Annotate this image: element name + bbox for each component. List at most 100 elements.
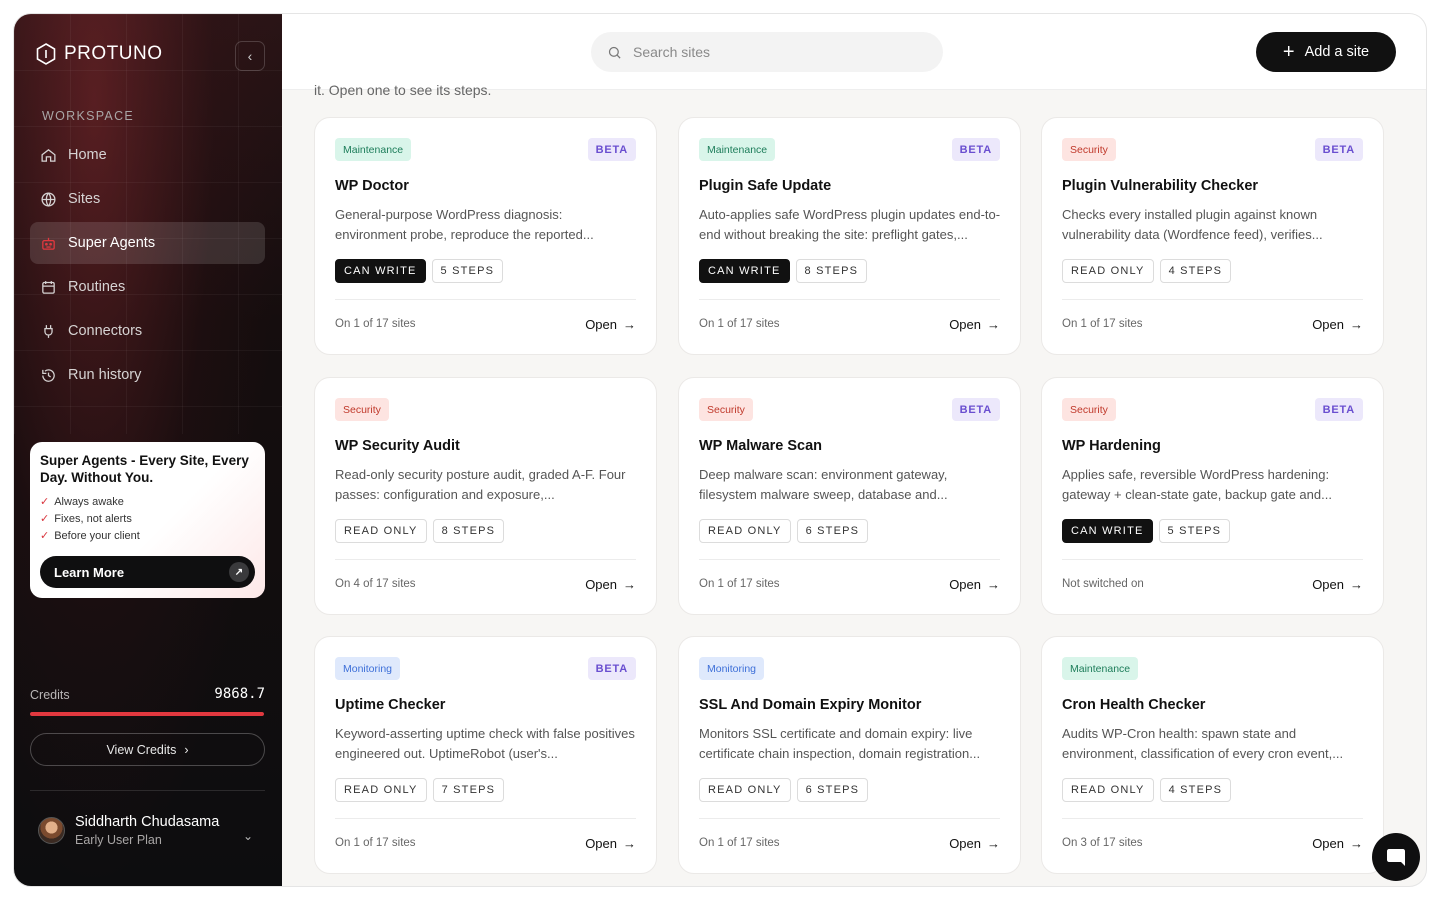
card-title: WP Malware Scan	[699, 438, 823, 454]
beta-badge: BETA	[587, 138, 636, 161]
open-button[interactable]: Open →	[949, 836, 1000, 851]
card-description: Applies safe, reversible WordPress harde…	[1062, 467, 1332, 502]
arrow-right-icon: →	[1350, 577, 1363, 592]
user-divider	[30, 790, 265, 791]
access-badge: CAN WRITE	[1062, 519, 1153, 543]
open-button[interactable]: Open →	[1312, 577, 1363, 592]
open-button[interactable]: Open →	[949, 317, 1000, 332]
credits-value: 9868.7	[214, 686, 265, 702]
card-status: On 3 of 17 sites	[1062, 837, 1143, 849]
beta-badge: BETA	[587, 657, 636, 680]
open-button[interactable]: Open →	[585, 317, 636, 332]
promo-title: Super Agents - Every Site, Every Day. Wi…	[40, 453, 249, 485]
access-badge: READ ONLY	[335, 519, 427, 543]
card-description: Deep malware scan: environment gateway, …	[699, 467, 948, 502]
promo-list: ✓ Always awake ✓ Fixes, not alerts ✓ Before…	[40, 494, 255, 545]
history-icon	[40, 367, 57, 384]
check-icon: ✓	[40, 513, 50, 525]
add-site-button[interactable]: + Add a site	[1256, 32, 1396, 72]
promo-point: ✓ Always awake	[40, 494, 255, 511]
open-button[interactable]: Open →	[1312, 836, 1363, 851]
agent-card[interactable]: Maintenance BETA Plugin Safe Update Auto-ap…	[678, 117, 1021, 355]
learn-more-button[interactable]: Learn More ↗	[40, 556, 255, 588]
sidebar-item-run-history[interactable]: Run history	[30, 354, 265, 396]
card-status: On 1 of 17 sites	[699, 578, 780, 590]
open-label: Open	[585, 577, 617, 592]
sidebar-item-label: Sites	[68, 191, 101, 207]
access-badge: READ ONLY	[1062, 778, 1154, 802]
add-site-label: Add a site	[1304, 44, 1370, 60]
open-button[interactable]: Open →	[585, 577, 636, 592]
arrow-right-icon: →	[623, 577, 636, 592]
steps-badge: 5 STEPS	[431, 259, 504, 283]
open-label: Open	[1312, 836, 1344, 851]
search-bar	[591, 32, 943, 72]
agent-card[interactable]: Maintenance Cron Health Checker Audits WP-…	[1041, 636, 1384, 874]
card-pills: READ ONLY 6 STEPS	[699, 778, 869, 802]
category-tag: Security	[1062, 398, 1116, 421]
agent-card[interactable]: Monitoring SSL And Domain Expiry Monitor M…	[678, 636, 1021, 874]
user-name: Siddharth Chudasama	[75, 814, 220, 830]
sidebar-item-label: Home	[68, 147, 107, 163]
open-button[interactable]: Open →	[585, 836, 636, 851]
agent-card[interactable]: Security WP Security Audit Read-only secur…	[314, 377, 657, 615]
steps-badge: 4 STEPS	[1159, 778, 1232, 802]
sidebar-item-home[interactable]: Home	[30, 134, 265, 176]
card-description: Keyword-asserting uptime check with fals…	[335, 726, 635, 761]
card-status: On 1 of 17 sites	[335, 837, 416, 849]
sidebar-item-label: Routines	[68, 279, 126, 295]
chat-icon	[1387, 849, 1405, 866]
brand[interactable]: PROTUNO	[34, 42, 163, 66]
chevron-down-icon[interactable]: ⌄	[243, 829, 253, 843]
topbar: + Add a site	[282, 14, 1426, 90]
user-plan: Early User Plan	[75, 833, 162, 847]
open-button[interactable]: Open →	[1312, 317, 1363, 332]
user-menu[interactable]: Siddharth Chudasama Early User Plan	[38, 814, 219, 847]
steps-badge: 7 STEPS	[432, 778, 505, 802]
check-icon: ✓	[40, 530, 50, 542]
collapse-sidebar-button[interactable]: ‹	[235, 41, 265, 71]
agent-card[interactable]: Security BETA WP Malware Scan Deep malware …	[678, 377, 1021, 615]
agent-card[interactable]: Maintenance BETA WP Doctor General-purpose …	[314, 117, 657, 355]
check-icon: ✓	[40, 496, 50, 508]
sidebar-item-connectors[interactable]: Connectors	[30, 310, 265, 352]
card-pills: READ ONLY 4 STEPS	[1062, 778, 1232, 802]
open-button[interactable]: Open →	[949, 577, 1000, 592]
card-title: WP Doctor	[335, 178, 409, 194]
category-tag: Monitoring	[699, 657, 765, 680]
agent-card[interactable]: Monitoring BETA Uptime Checker Keyword-asse…	[314, 636, 657, 874]
sidebar-item-label: Super Agents	[68, 235, 156, 251]
view-credits-button[interactable]: View Credits ›	[30, 733, 265, 766]
agent-card[interactable]: Security BETA WP Hardening Applies safe, re…	[1041, 377, 1384, 615]
beta-badge: BETA	[951, 398, 1000, 421]
sidebar-item-sites[interactable]: Sites	[30, 178, 265, 220]
agent-card[interactable]: Security BETA Plugin Vulnerability Checker…	[1041, 117, 1384, 355]
steps-badge: 8 STEPS	[795, 259, 868, 283]
card-description: Audits WP-Cron health: spawn state and e…	[1062, 726, 1344, 761]
steps-badge: 5 STEPS	[1158, 519, 1231, 543]
card-pills: READ ONLY 4 STEPS	[1062, 259, 1232, 283]
card-status: On 1 of 17 sites	[699, 837, 780, 849]
open-label: Open	[949, 317, 981, 332]
view-credits-label: View Credits	[106, 742, 177, 757]
chat-button[interactable]	[1372, 833, 1420, 881]
card-description: Read-only security posture audit, graded…	[335, 467, 626, 502]
home-icon	[40, 147, 57, 164]
page-intro: it. Open one to see its steps.	[314, 82, 492, 98]
sidebar-item-super-agents[interactable]: Super Agents	[30, 222, 265, 264]
steps-badge: 8 STEPS	[432, 519, 505, 543]
card-description: Checks every installed plugin against kn…	[1062, 207, 1323, 242]
search-input[interactable]	[633, 44, 913, 60]
calendar-icon	[40, 279, 57, 296]
credits-bar-fill	[30, 712, 264, 716]
card-status: Not switched on	[1062, 578, 1144, 590]
card-divider	[335, 559, 636, 560]
card-pills: CAN WRITE 5 STEPS	[335, 259, 504, 283]
card-title: Cron Health Checker	[1062, 697, 1206, 713]
app-window: PROTUNO ‹ WORKSPACE Home Sites Super Age…	[13, 13, 1427, 887]
credits-label: Credits	[30, 688, 70, 702]
card-divider	[699, 299, 1000, 300]
card-status: On 4 of 17 sites	[335, 578, 416, 590]
sidebar-item-routines[interactable]: Routines	[30, 266, 265, 308]
card-divider	[1062, 818, 1363, 819]
